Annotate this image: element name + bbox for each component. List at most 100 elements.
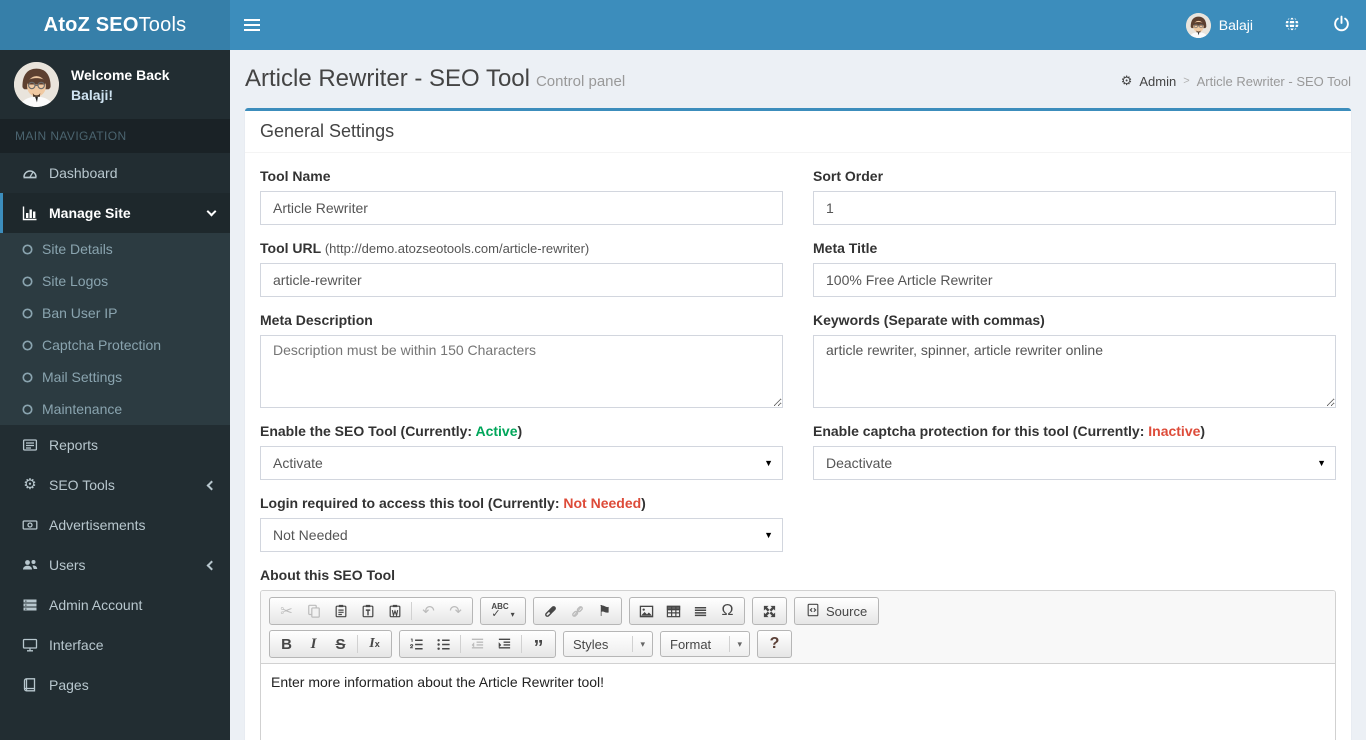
paste-plain-text-icon[interactable] [354,599,381,623]
circle-o-icon [22,371,33,383]
enable-tool-select[interactable]: Activate [260,446,783,480]
page-subtitle: Control panel [535,73,626,90]
gears-icon: ⚙ [23,476,37,493]
sidebar-item-captcha-protection[interactable]: Captcha Protection [0,329,230,361]
editor-help-button[interactable]: ? [761,632,788,656]
desktop-icon [18,637,42,653]
undo-icon[interactable]: ↶ [415,599,442,623]
meta-description-textarea[interactable] [260,335,783,408]
navbar-user-menu[interactable]: Balaji [1172,0,1267,50]
sidebar-item-advertisements[interactable]: Advertisements [0,505,230,545]
general-settings-panel: General Settings Tool Name Sort Order To… [245,108,1351,740]
insert-table-icon[interactable] [660,599,687,623]
sidebar-item-manage-site[interactable]: Manage Site [0,193,230,233]
maximize-icon[interactable] [756,599,783,623]
sidebar-item-label: Advertisements [49,517,146,533]
submenu-item-label: Site Logos [42,273,109,289]
blockquote-icon[interactable]: ” [525,632,552,658]
circle-o-icon [22,339,33,351]
newspaper-icon [18,437,42,453]
paste-icon[interactable] [327,599,354,623]
sidebar-item-admin-account[interactable]: Admin Account [0,585,230,625]
remove-format-icon[interactable]: Ix [361,632,388,656]
sidebar-item-pages[interactable]: Pages [0,665,230,705]
submenu-item-label: Ban User IP [42,305,118,321]
strikethrough-icon[interactable]: S [327,632,354,656]
caret-down-icon: ▾ [729,636,742,652]
outdent-icon[interactable] [464,632,491,656]
tool-url-input[interactable] [260,263,783,297]
meta-description-label: Meta Description [260,312,373,328]
panel-title: General Settings [260,121,395,141]
copy-icon[interactable] [300,599,327,623]
spellcheck-icon[interactable]: ABC ✓ ▾ [484,599,522,623]
chevron-left-icon [206,560,217,570]
caret-down-icon: ▾ [510,610,515,619]
horizontal-rule-icon[interactable] [687,599,714,623]
sidebar-item-maintenance[interactable]: Maintenance [0,393,230,425]
numbered-list-icon[interactable] [403,632,430,656]
sidebar: Welcome Back Balaji! MAIN NAVIGATION Das… [0,50,230,740]
unlink-icon[interactable] [564,599,591,623]
sidebar-user-name[interactable]: Balaji! [71,87,113,103]
circle-o-icon [22,275,33,287]
meta-title-label: Meta Title [813,240,878,256]
sidebar-item-site-details[interactable]: Site Details [0,233,230,265]
sort-order-input[interactable] [813,191,1336,225]
dashboard-gauge-icon [18,165,42,181]
special-character-icon[interactable]: Ω [714,599,741,623]
breadcrumb: ⚙ Admin > Article Rewriter - SEO Tool [1121,73,1351,89]
submenu-item-label: Maintenance [42,401,123,417]
sidebar-item-label: Interface [49,637,104,653]
keywords-textarea[interactable]: article rewriter, spinner, article rewri… [813,335,1336,408]
sidebar-menu: Dashboard Manage Site Site Details Site … [0,153,230,705]
status-badge-not-needed: Not Needed [563,495,642,511]
styles-dropdown[interactable]: Styles ▾ [563,631,653,657]
sidebar-item-dashboard[interactable]: Dashboard [0,153,230,193]
app-logo[interactable]: AtoZ SEO Tools [0,0,230,50]
indent-icon[interactable] [491,632,518,656]
redo-icon[interactable]: ↷ [442,599,469,623]
sidebar-item-label: Admin Account [49,597,143,613]
bullet-list-icon[interactable] [430,632,457,656]
source-button[interactable]: Source [798,599,875,623]
anchor-flag-icon[interactable]: ⚑ [591,599,618,623]
tool-url-label: Tool URL (http://demo.atozseotools.com/a… [260,240,590,256]
sidebar-item-interface[interactable]: Interface [0,625,230,665]
keywords-label: Keywords (Separate with commas) [813,312,1045,328]
welcome-text: Welcome Back [71,66,170,83]
page-title: Article Rewriter - SEO Tool Control panel [245,65,626,92]
editor-content[interactable]: Enter more information about the Article… [261,664,1335,740]
sidebar-item-ban-user-ip[interactable]: Ban User IP [0,297,230,329]
meta-title-input[interactable] [813,263,1336,297]
sidebar-item-reports[interactable]: Reports [0,425,230,465]
editor-toolbar: ✂ ↶ ↷ ABC ✓ ▾ ⚑ Ω Source B I S I x ” Sty… [261,591,1335,664]
tool-name-input[interactable] [260,191,783,225]
insert-image-icon[interactable] [633,599,660,623]
cut-icon[interactable]: ✂ [273,599,300,623]
sidebar-item-label: Users [49,557,86,573]
format-dropdown[interactable]: Format ▾ [660,631,750,657]
sort-order-label: Sort Order [813,168,884,184]
paste-from-word-icon[interactable] [381,599,408,623]
money-icon [18,517,42,533]
link-icon[interactable] [537,599,564,623]
about-tool-label: About this SEO Tool [260,567,396,583]
source-doc-icon [806,603,820,620]
sidebar-item-mail-settings[interactable]: Mail Settings [0,361,230,393]
status-badge-inactive: Inactive [1148,423,1201,439]
tool-url-hint: (http://demo.atozseotools.com/article-re… [324,241,590,256]
language-globe-button[interactable] [1267,0,1317,50]
logout-power-button[interactable] [1317,0,1366,50]
login-required-select[interactable]: Not Needed [260,518,783,552]
captcha-select[interactable]: Deactivate [813,446,1336,480]
circle-o-icon [22,243,33,255]
sidebar-toggle-icon[interactable] [230,0,274,50]
sidebar-item-users[interactable]: Users [0,545,230,585]
sidebar-item-site-logos[interactable]: Site Logos [0,265,230,297]
bold-icon[interactable]: B [273,632,300,656]
breadcrumb-admin-link[interactable]: Admin [1139,74,1176,89]
italic-icon[interactable]: I [300,632,327,656]
gears-icon: ⚙ [1120,73,1133,88]
sidebar-item-seo-tools[interactable]: ⚙ SEO Tools [0,465,230,505]
